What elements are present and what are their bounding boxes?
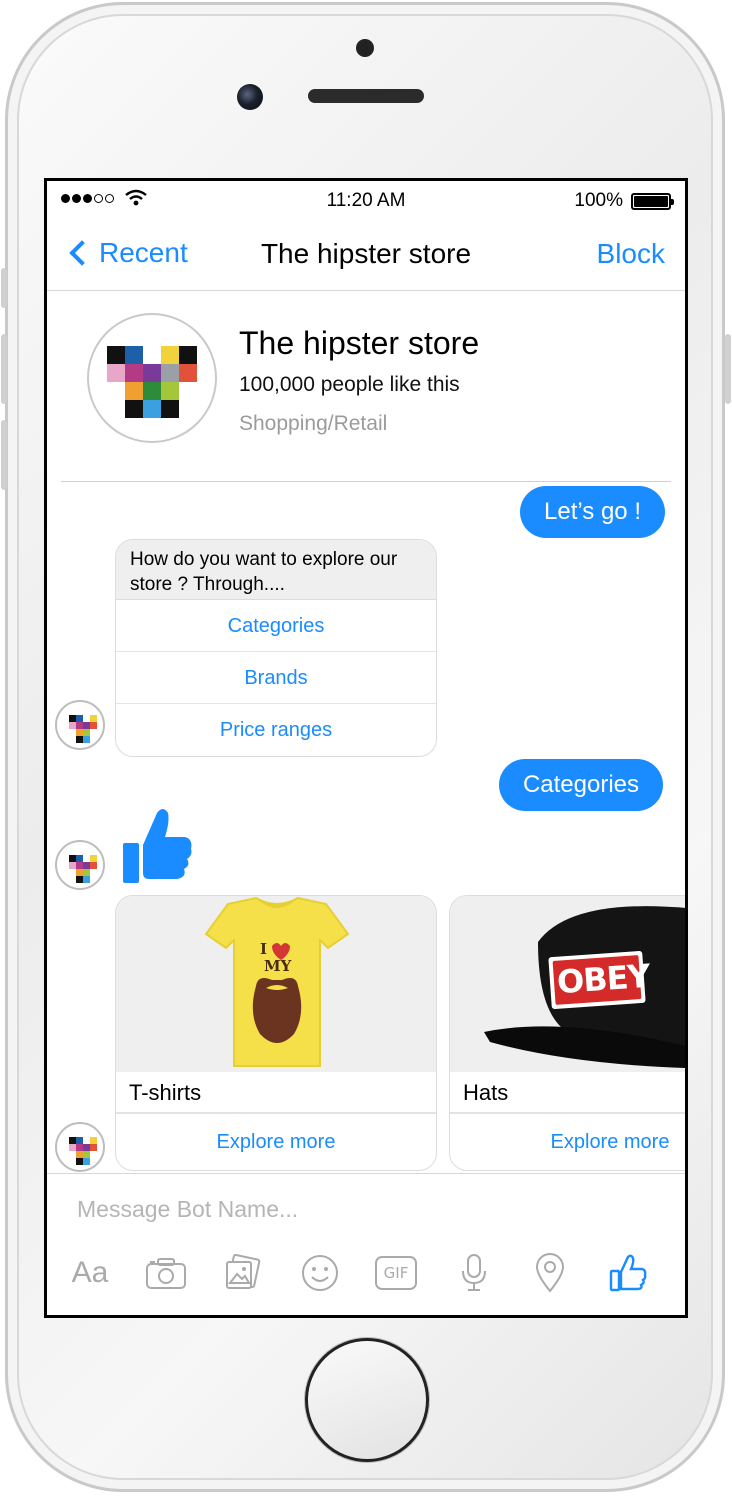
earpiece-speaker bbox=[308, 89, 424, 103]
front-camera bbox=[237, 84, 263, 110]
user-message-bubble: Let’s go ! bbox=[520, 486, 665, 538]
thumbs-up-icon[interactable] bbox=[605, 1250, 651, 1296]
tshirt-print-i: I bbox=[260, 940, 268, 958]
explore-more-button[interactable]: Explore more bbox=[116, 1114, 436, 1170]
microphone-icon[interactable] bbox=[451, 1250, 497, 1296]
user-message-bubble-2: Categories bbox=[498, 759, 663, 811]
avatar bbox=[55, 840, 105, 890]
quick-reply-categories[interactable]: Categories bbox=[116, 600, 436, 652]
gif-label: GIF bbox=[375, 1256, 417, 1290]
photo-icon[interactable] bbox=[219, 1250, 265, 1296]
explore-more-button[interactable]: Explore more bbox=[450, 1114, 685, 1170]
profile-category: Shopping/Retail bbox=[239, 412, 388, 435]
message-composer: Message Bot Name... Aa GIF bbox=[47, 1173, 685, 1315]
battery-percent: 100% bbox=[574, 190, 623, 211]
quick-reply-price-ranges[interactable]: Price ranges bbox=[116, 704, 436, 756]
product-card-hats: OBEY Hats Explore more bbox=[449, 895, 685, 1171]
power-button bbox=[725, 334, 731, 404]
tshirt-image: I MY bbox=[116, 896, 436, 1072]
quick-reply-brands[interactable]: Brands bbox=[116, 652, 436, 704]
camera-icon[interactable] bbox=[143, 1250, 189, 1296]
emoji-icon[interactable] bbox=[297, 1250, 343, 1296]
battery-icon bbox=[631, 193, 674, 210]
profile-name: The hipster store bbox=[239, 325, 480, 361]
product-name: Hats bbox=[450, 1072, 685, 1114]
block-button[interactable]: Block bbox=[597, 238, 665, 270]
product-card-tshirts: I MY T-shirts Explore more bbox=[115, 895, 437, 1171]
text-format-icon[interactable]: Aa bbox=[65, 1250, 115, 1296]
hat-logo-text: OBEY bbox=[555, 956, 651, 1002]
gif-icon[interactable]: GIF bbox=[373, 1250, 419, 1296]
status-bar: 11:20 AM 100% bbox=[47, 181, 685, 221]
tshirt-print-my: MY bbox=[264, 957, 292, 975]
thumbs-up-sticker-icon bbox=[119, 807, 195, 890]
page-title: The hipster store bbox=[260, 238, 472, 269]
divider bbox=[61, 481, 671, 482]
page-profile-header: The hipster store 100,000 people like th… bbox=[47, 291, 685, 481]
nav-bar: Recent The hipster store Block bbox=[47, 221, 685, 291]
screen: 11:20 AM 100% Recent The hipster store B… bbox=[44, 178, 688, 1318]
proximity-sensor bbox=[356, 39, 374, 57]
hat-image: OBEY bbox=[450, 896, 685, 1072]
composer-toolbar: Aa GIF bbox=[47, 1250, 685, 1300]
bot-question-text: How do you want to explore our store ? T… bbox=[116, 540, 436, 600]
store-logo bbox=[87, 313, 217, 443]
location-icon[interactable] bbox=[527, 1250, 573, 1296]
volume-down-button bbox=[1, 420, 7, 490]
silent-switch bbox=[1, 268, 7, 308]
avatar bbox=[55, 700, 105, 750]
home-button[interactable] bbox=[305, 1338, 429, 1462]
profile-likes: 100,000 people like this bbox=[239, 373, 460, 396]
volume-up-button bbox=[1, 334, 7, 404]
message-input[interactable]: Message Bot Name... bbox=[77, 1196, 298, 1223]
product-name: T-shirts bbox=[116, 1072, 436, 1114]
avatar bbox=[55, 1122, 105, 1172]
bot-question-card: How do you want to explore our store ? T… bbox=[115, 539, 437, 757]
